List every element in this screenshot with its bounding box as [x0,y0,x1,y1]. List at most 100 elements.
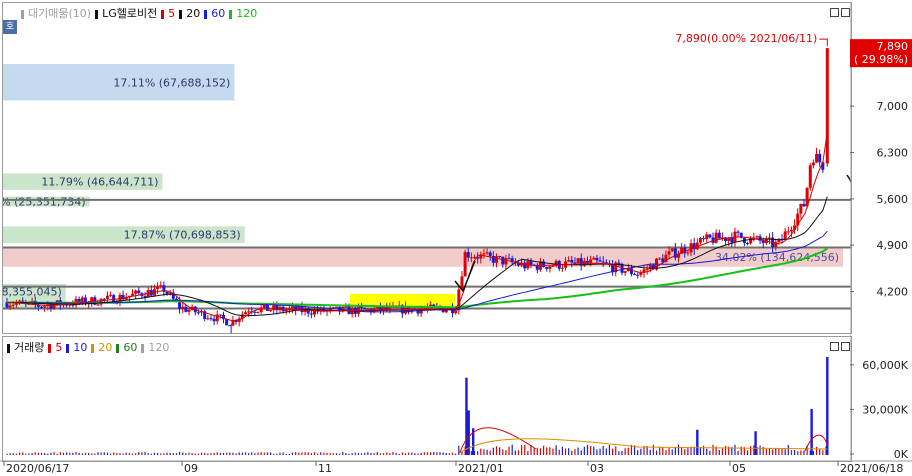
volume-bar [191,453,193,455]
volume-bar [386,452,388,455]
volume-bar [561,446,563,455]
candle-body [592,257,596,260]
high-price-pointer [819,38,828,47]
candle-body [604,262,608,264]
volume-bar [78,452,80,455]
price-tick-label: 4,900 [877,239,909,252]
volume-bar [323,452,325,455]
volume-bar [718,449,720,455]
volume-bar [273,453,275,455]
volume-bar [439,452,441,455]
volume-bar [451,452,454,455]
volume-bar [815,446,818,455]
candle-body [454,310,458,314]
candle-body [755,236,759,238]
candle-body [159,285,163,287]
volume-bar [216,452,218,455]
volume-bar [81,453,83,455]
price-chart-pane[interactable]: 호 대기매물(10) LG헬로비전 5 20 60 120 17.11% (67,688,… [2,2,852,334]
volume-bar [125,452,127,455]
candle-body [8,305,12,308]
volume-bar [326,452,328,455]
candle-body [156,286,160,290]
volume-bar [524,444,526,455]
candle-body [783,231,787,240]
candle-body [567,260,571,262]
volume-bar [753,445,755,455]
date-tick-label: 2021/01 [458,462,504,475]
candle-body [134,290,138,294]
volume-bar [389,453,391,455]
candle-body [131,293,135,296]
volume-spike-bar [696,429,699,455]
candle-body [789,229,793,232]
volume-bar [768,448,771,455]
volume-bar [750,446,752,455]
volume-bar [207,453,209,455]
volume-bar [91,453,93,455]
volume-spike-bar [465,377,468,455]
candle-body [507,258,511,260]
volume-bar [12,453,14,455]
volume-bar [590,445,592,455]
candle-body [560,267,564,269]
volume-bar [778,448,780,455]
volume-bar [637,450,639,455]
volume-bar [624,448,626,455]
volume-bar [652,444,654,455]
volume-bar [229,452,231,455]
candle-body [209,318,213,320]
volume-bar [367,452,369,455]
volume-bar [665,450,667,455]
volume-bar [602,445,604,455]
date-tick-label: 2020/06/17 [6,462,69,475]
volume-bar [360,453,363,455]
candle-body [488,252,492,256]
price-tick-label: 4,200 [877,286,909,299]
volume-tick-label: 30,000K [862,403,908,416]
volume-bar [781,448,783,455]
volume-bar [445,452,447,455]
volume-bar [505,450,507,455]
volume-bar [345,453,347,455]
volume-bar [109,453,112,455]
volume-bar [172,452,174,455]
volume-plot [6,356,829,455]
volume-bar [200,452,203,455]
volume-bar [426,452,429,455]
volume-bar [313,452,316,455]
volume-bar [332,453,334,455]
volume-bar [122,453,124,455]
volume-bar [724,446,727,455]
volume-bar [310,453,312,455]
volume-bar [37,452,39,455]
candle-body [463,252,467,277]
volume-bar [28,453,30,455]
volume-bar [210,453,212,455]
candle-body [686,252,690,254]
volume-bar [784,449,786,455]
volume-bar [166,452,168,455]
volume-bar [279,452,281,455]
volume-bar [106,452,109,455]
candle-body [802,203,806,207]
volume-spike-bar [754,431,757,455]
candle-body [243,312,247,315]
candle-body [184,306,188,312]
low-price-pointer [230,324,232,333]
volume-bar [611,448,614,455]
volume-bar [185,453,187,455]
volume-bar [470,450,472,455]
volume-bar [681,446,683,455]
volume-bar [376,452,378,455]
candle-body [178,301,182,309]
volume-bar [257,452,259,455]
candle-body [601,261,605,263]
volume-bar [615,446,617,455]
candle-body [469,257,473,259]
volume-bar [687,448,689,455]
date-tick-label: 2021/06/18 [840,462,903,475]
volume-chart-pane[interactable]: 거래량 5 10 20 60 120 [2,336,852,462]
volume-bar [94,453,96,455]
volume-bar [175,453,178,455]
